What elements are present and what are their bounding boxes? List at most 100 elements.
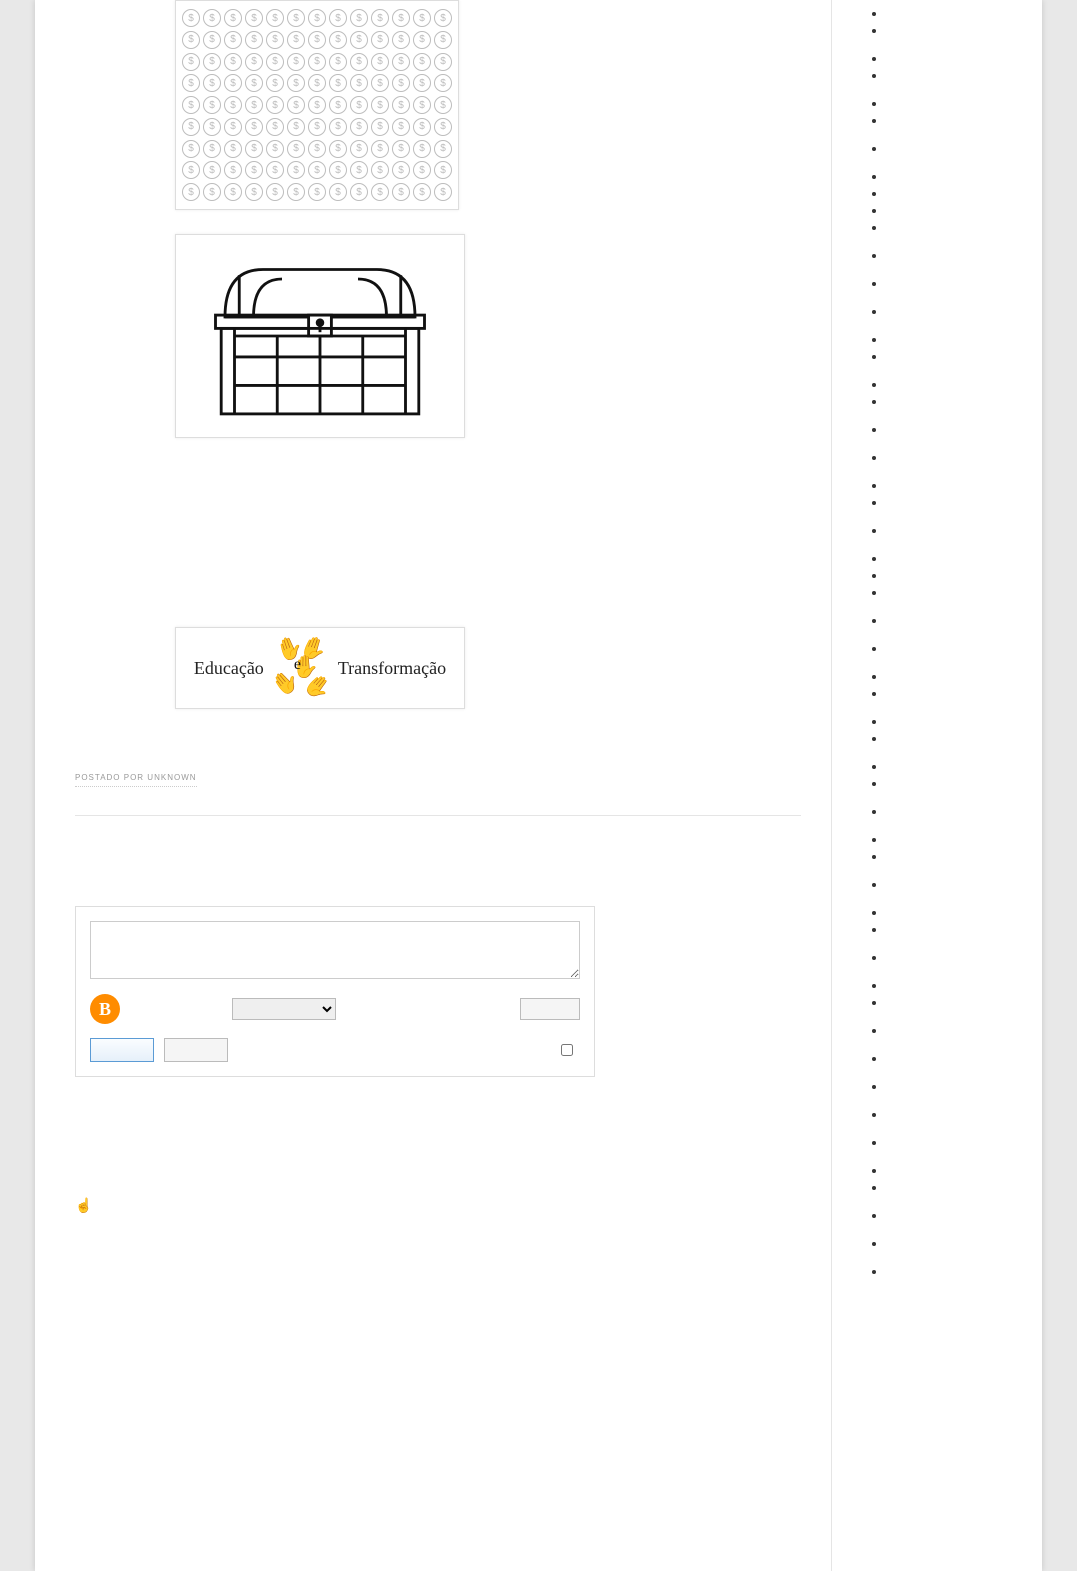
sidebar-item[interactable]: [872, 379, 1022, 385]
sidebar-item[interactable]: [872, 587, 1022, 593]
sidebar-item[interactable]: [872, 143, 1022, 149]
sidebar-item[interactable]: [872, 716, 1022, 722]
sidebar-item[interactable]: [872, 834, 1022, 840]
sidebar-item[interactable]: [872, 1081, 1022, 1087]
publish-button[interactable]: [90, 1038, 154, 1062]
coin-icon: $: [350, 118, 368, 136]
notify-checkbox-wrap[interactable]: [557, 1041, 580, 1059]
sidebar-item[interactable]: [872, 879, 1022, 885]
sidebar-item[interactable]: [872, 25, 1022, 31]
coin-row: $$$$$$$$$$$$$: [182, 53, 452, 71]
sidebar-item[interactable]: [872, 171, 1022, 177]
sidebar-item[interactable]: [872, 980, 1022, 986]
sidebar-item[interactable]: [872, 806, 1022, 812]
coin-icon: $: [287, 31, 305, 49]
sidebar-item[interactable]: [872, 643, 1022, 649]
coin-icon: $: [371, 53, 389, 71]
comment-identity-select[interactable]: [232, 998, 336, 1020]
content-card: $$$$$$$$$$$$$$$$$$$$$$$$$$$$$$$$$$$$$$$$…: [35, 0, 1042, 1571]
coin-icon: $: [434, 161, 452, 179]
post-separator: [75, 815, 801, 816]
sidebar-item[interactable]: [872, 205, 1022, 211]
sidebar-item[interactable]: [872, 924, 1022, 930]
coin-icon: $: [266, 31, 284, 49]
sidebar-item[interactable]: [872, 396, 1022, 402]
sidebar-item[interactable]: [872, 1165, 1022, 1171]
coin-row: $$$$$$$$$$$$$: [182, 183, 452, 201]
sidebar-item[interactable]: [872, 452, 1022, 458]
coin-icon: $: [266, 9, 284, 27]
sidebar-item[interactable]: [872, 222, 1022, 228]
sidebar-item[interactable]: [872, 733, 1022, 739]
sidebar-item[interactable]: [872, 907, 1022, 913]
coin-icon: $: [329, 183, 347, 201]
sidebar-item[interactable]: [872, 306, 1022, 312]
comment-textarea[interactable]: [90, 921, 580, 979]
sidebar-item[interactable]: [872, 1182, 1022, 1188]
sidebar-item[interactable]: [872, 553, 1022, 559]
coin-icon: $: [224, 183, 242, 201]
coin-icon: $: [266, 96, 284, 114]
sidebar-item[interactable]: [872, 1109, 1022, 1115]
comment-small-box[interactable]: [520, 998, 580, 1020]
sidebar-item[interactable]: [872, 525, 1022, 531]
coin-icon: $: [371, 96, 389, 114]
sidebar-item[interactable]: [872, 424, 1022, 430]
sidebar-item[interactable]: [872, 688, 1022, 694]
sidebar-item[interactable]: [872, 615, 1022, 621]
sidebar-item[interactable]: [872, 53, 1022, 59]
sidebar-item[interactable]: [872, 480, 1022, 486]
preview-button[interactable]: [164, 1038, 228, 1062]
sidebar-item[interactable]: [872, 334, 1022, 340]
coin-icon: $: [203, 9, 221, 27]
pointer-icon: ☝: [75, 1197, 92, 1213]
sidebar-item[interactable]: [872, 997, 1022, 1003]
coin-icon: $: [203, 74, 221, 92]
sidebar-item[interactable]: [872, 671, 1022, 677]
sidebar-item[interactable]: [872, 188, 1022, 194]
sidebar-item[interactable]: [872, 8, 1022, 14]
main-column: $$$$$$$$$$$$$$$$$$$$$$$$$$$$$$$$$$$$$$$$…: [35, 0, 832, 1571]
sidebar-item[interactable]: [872, 1266, 1022, 1272]
coin-icon: $: [182, 118, 200, 136]
coin-icon: $: [413, 161, 431, 179]
sidebar-item[interactable]: [872, 1137, 1022, 1143]
comment-identity-row: B: [90, 994, 580, 1024]
post-image-logo[interactable]: Educação ✋ ✋ ✋ ✋ ✋ e Transformação: [175, 627, 465, 709]
sidebar-item[interactable]: [872, 98, 1022, 104]
sidebar-item[interactable]: [872, 115, 1022, 121]
post-image-coins[interactable]: $$$$$$$$$$$$$$$$$$$$$$$$$$$$$$$$$$$$$$$$…: [175, 0, 459, 210]
sidebar-item[interactable]: [872, 1025, 1022, 1031]
sidebar-item[interactable]: [872, 761, 1022, 767]
sidebar-item[interactable]: [872, 952, 1022, 958]
sidebar-item[interactable]: [872, 1238, 1022, 1244]
sidebar-item[interactable]: [872, 70, 1022, 76]
coin-icon: $: [182, 161, 200, 179]
sidebar-item[interactable]: [872, 278, 1022, 284]
post-meta: POSTADO POR UNKNOWN: [75, 773, 197, 787]
coin-icon: $: [350, 183, 368, 201]
coin-icon: $: [245, 96, 263, 114]
coin-icon: $: [392, 140, 410, 158]
sidebar-item[interactable]: [872, 1210, 1022, 1216]
sidebar-item[interactable]: [872, 778, 1022, 784]
coin-icon: $: [371, 118, 389, 136]
coin-icon: $: [245, 161, 263, 179]
notify-checkbox[interactable]: [561, 1044, 573, 1056]
coin-icon: $: [371, 183, 389, 201]
coin-icon: $: [350, 96, 368, 114]
post-image-chest[interactable]: [175, 234, 465, 438]
coin-icon: $: [371, 31, 389, 49]
coin-icon: $: [413, 74, 431, 92]
coin-icon: $: [392, 74, 410, 92]
sidebar-item[interactable]: [872, 497, 1022, 503]
sidebar-item[interactable]: [872, 851, 1022, 857]
logo-hands-icon: ✋ ✋ ✋ ✋ ✋ e: [270, 638, 332, 698]
sidebar-item[interactable]: [872, 351, 1022, 357]
sidebar-item[interactable]: [872, 570, 1022, 576]
coin-icon: $: [266, 74, 284, 92]
sidebar-item[interactable]: [872, 1053, 1022, 1059]
coin-icon: $: [266, 183, 284, 201]
sidebar-item[interactable]: [872, 250, 1022, 256]
blogger-icon: B: [90, 994, 120, 1024]
